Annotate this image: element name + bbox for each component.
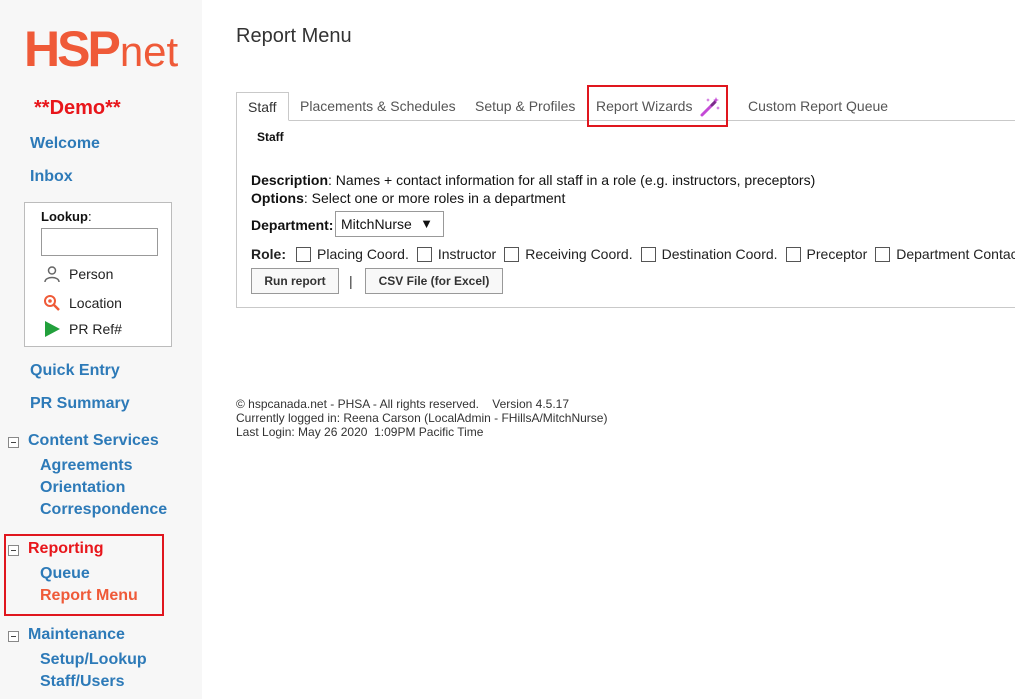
dropdown-arrow-icon: ▼ (420, 216, 433, 231)
nav-maintenance[interactable]: Maintenance (28, 626, 125, 644)
department-select[interactable]: MitchNurse ▼ (335, 211, 444, 237)
lookup-panel: Lookup: Person Location PR Ref# (24, 202, 172, 347)
tab-staff[interactable]: Staff (236, 92, 289, 121)
collapse-reporting-toggle[interactable] (8, 545, 19, 556)
department-label: Department: (251, 217, 334, 233)
role-preceptor-label: Preceptor (806, 246, 868, 262)
lookup-location-option[interactable]: Location (43, 294, 122, 312)
role-receiving-coord-label: Receiving Coord. (525, 246, 633, 262)
role-preceptor-checkbox[interactable] (785, 246, 801, 262)
page-title: Report Menu (236, 25, 352, 47)
role-placing-coord-checkbox[interactable] (296, 246, 312, 262)
footer-last-login: Last Login: May 26 2020 1:09PM Pacific T… (236, 425, 484, 439)
nav-orientation[interactable]: Orientation (40, 479, 125, 497)
tab-setup-profiles[interactable]: Setup & Profiles (475, 92, 575, 121)
role-instructor: Instructor (416, 246, 497, 262)
lookup-prref-option[interactable]: PR Ref# (43, 320, 122, 338)
nav-staff-users[interactable]: Staff/Users (40, 673, 124, 691)
role-destination-coord-checkbox[interactable] (640, 246, 656, 262)
logo-net: net (119, 28, 179, 75)
role-instructor-label: Instructor (437, 246, 497, 262)
role-label: Role: (251, 246, 287, 262)
role-department-contact-label: Department Contact (896, 246, 1015, 262)
role-department-contact: Department Contact (875, 246, 1015, 262)
description-line: Description: Names + contact information… (251, 172, 816, 188)
options-line: Options: Select one or more roles in a d… (251, 190, 566, 206)
role-destination-coord-label: Destination Coord. (661, 246, 778, 262)
csv-export-button[interactable]: CSV File (for Excel) (365, 268, 503, 294)
run-report-button[interactable]: Run report (251, 268, 339, 294)
location-search-icon (44, 295, 60, 311)
lookup-person-option[interactable]: Person (43, 265, 113, 283)
role-department-contact-checkbox[interactable] (875, 246, 891, 262)
nav-pr-summary[interactable]: PR Summary (30, 395, 130, 413)
role-preceptor: Preceptor (785, 246, 868, 262)
nav-correspondence[interactable]: Correspondence (40, 501, 167, 519)
lookup-prref-label: PR Ref# (69, 321, 122, 337)
role-receiving-coord: Receiving Coord. (504, 246, 633, 262)
panel-title: Staff (257, 130, 284, 144)
role-placing-coord: Placing Coord. (296, 246, 409, 262)
role-placing-coord-label: Placing Coord. (317, 246, 409, 262)
role-receiving-coord-checkbox[interactable] (504, 246, 520, 262)
footer-logged-in: Currently logged in: Reena Carson (Local… (236, 411, 608, 425)
hspnet-logo[interactable]: HSPnet (24, 21, 179, 77)
button-separator: | (349, 273, 353, 289)
collapse-content-services-toggle[interactable] (8, 437, 19, 448)
nav-content-services[interactable]: Content Services (28, 432, 159, 450)
lookup-person-label: Person (69, 266, 114, 282)
nav-queue[interactable]: Queue (40, 565, 90, 583)
role-row: Role: Placing Coord. Instructor Receivin… (251, 245, 1015, 263)
tab-custom-report-queue[interactable]: Custom Report Queue (748, 92, 888, 121)
lookup-input[interactable] (41, 228, 158, 256)
role-instructor-checkbox[interactable] (416, 246, 432, 262)
nav-quick-entry[interactable]: Quick Entry (30, 362, 120, 380)
lookup-location-label: Location (69, 295, 122, 311)
nav-welcome[interactable]: Welcome (30, 135, 100, 153)
play-arrow-icon (45, 321, 60, 337)
nav-inbox[interactable]: Inbox (30, 168, 73, 186)
person-icon (44, 266, 60, 283)
staff-report-panel: Staff Description: Names + contact infor… (236, 120, 1015, 308)
nav-agreements[interactable]: Agreements (40, 457, 132, 475)
demo-label: **Demo** (34, 97, 121, 119)
department-selected-value: MitchNurse (341, 216, 412, 232)
nav-report-menu[interactable]: Report Menu (40, 587, 138, 605)
lookup-label: Lookup: (41, 209, 92, 224)
nav-setup-lookup[interactable]: Setup/Lookup (40, 651, 147, 669)
footer: © hspcanada.net - PHSA - All rights rese… (236, 397, 607, 439)
nav-reporting[interactable]: Reporting (28, 540, 104, 558)
tab-placements-schedules[interactable]: Placements & Schedules (300, 92, 456, 121)
role-destination-coord: Destination Coord. (640, 246, 778, 262)
logo-hsp: HSP (24, 21, 121, 77)
sidebar: HSPnet **Demo** Welcome Inbox Lookup: Pe… (0, 0, 202, 699)
collapse-maintenance-toggle[interactable] (8, 631, 19, 642)
footer-copyright: © hspcanada.net - PHSA - All rights rese… (236, 397, 570, 411)
